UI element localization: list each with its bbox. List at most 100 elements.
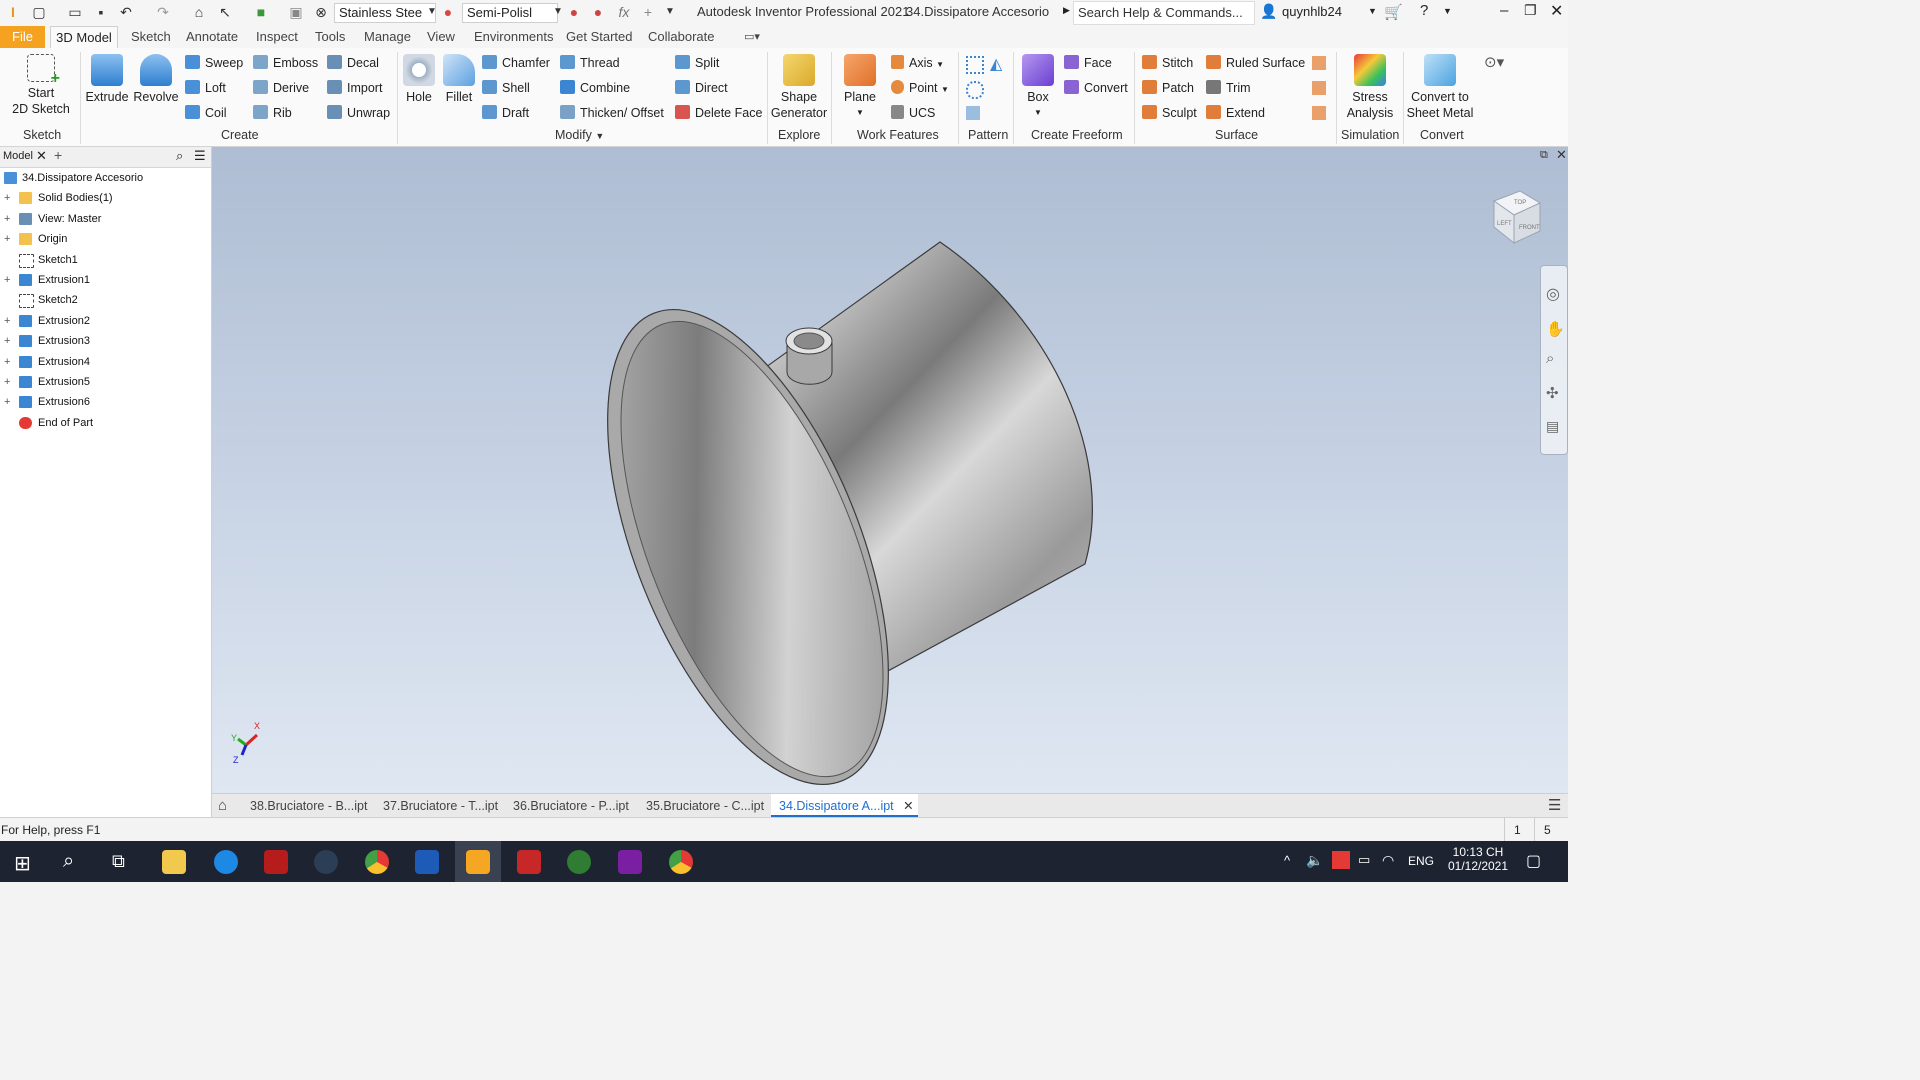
revolve-button[interactable]: Revolve [132, 54, 180, 105]
user-name[interactable]: quynhlb24 [1282, 4, 1342, 19]
close-view-icon[interactable]: ✕ [1556, 147, 1567, 163]
material-icon[interactable]: ⊗ [313, 4, 329, 20]
tab-sketch[interactable]: Sketch [131, 26, 171, 48]
heat-sink-cylinder[interactable] [550, 241, 1093, 793]
mirror-icon[interactable]: ◭ [990, 54, 1002, 74]
tree-item[interactable]: + Extrusion1 [0, 270, 211, 290]
tab-tools[interactable]: Tools [315, 26, 345, 48]
extrude-button[interactable]: Extrude [84, 54, 130, 105]
view-cube[interactable]: TOP LEFT FRONT [1486, 187, 1546, 247]
tab-view[interactable]: View [427, 26, 455, 48]
circular-pattern-icon[interactable] [966, 81, 984, 99]
notifications-icon[interactable]: ▢ [1526, 851, 1541, 871]
shape-generator-button[interactable]: Shape Generator [770, 54, 828, 121]
search-input[interactable]: Search Help & Commands... [1073, 1, 1255, 25]
steering-wheel-icon[interactable]: ◎ [1546, 284, 1560, 304]
graphics-viewport[interactable]: TOP LEFT FRONT ⧉ ✕ ◎ ✋ ⌕ ✣ ▤ X Y Z [212, 147, 1568, 793]
volume-icon[interactable]: 🔈 [1306, 852, 1323, 869]
zalo-icon[interactable] [214, 850, 238, 874]
doc-tab-active[interactable]: 34.Dissipatore A...ipt ✕ [771, 794, 918, 818]
steam-icon[interactable] [314, 850, 338, 874]
appearance-dropdown[interactable]: Semi-Polisl [462, 3, 558, 23]
import-button[interactable]: Import [327, 80, 382, 95]
tab-inspect[interactable]: Inspect [256, 26, 298, 48]
function-icon[interactable]: fx [616, 4, 632, 20]
update-icon[interactable]: ■ [253, 4, 269, 20]
inventor-logo-icon[interactable]: I [5, 4, 21, 20]
tree-item[interactable]: + Extrusion4 [0, 352, 211, 372]
material-dropdown[interactable]: Stainless Stee [334, 3, 436, 23]
home-icon[interactable]: ⌂ [191, 4, 207, 20]
sweep-button[interactable]: Sweep [185, 55, 243, 70]
orbit-icon[interactable]: ✣ [1546, 384, 1559, 402]
sketch-pattern-icon[interactable] [966, 106, 980, 120]
doc-tab[interactable]: 35.Bruciatore - C...ipt [646, 794, 764, 818]
close-icon[interactable]: ✕ [36, 148, 47, 164]
delete-face-button[interactable]: Delete Face [675, 105, 762, 120]
zoom-icon[interactable]: ⌕ [1546, 350, 1554, 367]
fit-mesh-face-icon[interactable] [1312, 106, 1326, 120]
derive-button[interactable]: Derive [253, 80, 309, 95]
shell-button[interactable]: Shell [482, 80, 530, 95]
task-view-icon[interactable]: ⧉ [112, 851, 125, 872]
rib-button[interactable]: Rib [253, 105, 292, 120]
save-icon[interactable]: ▪ [93, 4, 109, 20]
chevron-down-icon[interactable]: ▼ [1368, 6, 1377, 16]
tree-item[interactable]: + Extrusion2 [0, 311, 211, 331]
new-file-icon[interactable]: ▢ [31, 4, 47, 20]
tab-environments[interactable]: Environments [474, 26, 553, 48]
rectangular-pattern-icon[interactable] [966, 56, 984, 74]
tree-item[interactable]: + Origin [0, 229, 211, 249]
browser-tab-model[interactable]: Model [3, 150, 33, 162]
redo-icon[interactable]: ↷ [155, 4, 171, 20]
stress-analysis-button[interactable]: Stress Analysis [1340, 54, 1400, 121]
chrome-profile-icon[interactable] [669, 850, 693, 874]
pdf-icon[interactable] [618, 850, 642, 874]
add-icon[interactable]: + [640, 4, 656, 20]
extend-button[interactable]: Extend [1206, 105, 1265, 120]
close-icon[interactable]: ✕ [903, 799, 913, 813]
tree-item[interactable]: + Solid Bodies(1) [0, 188, 211, 208]
cart-icon[interactable]: 🛒 [1384, 3, 1403, 21]
tube-boss[interactable] [785, 327, 833, 385]
options-icon[interactable]: ⊙▾ [1484, 53, 1504, 71]
chevron-up-icon[interactable]: ^ [1284, 853, 1290, 868]
tree-item[interactable]: + Extrusion6 [0, 392, 211, 412]
help-icon[interactable]: ? [1420, 2, 1428, 19]
menu-icon[interactable]: ☰ [194, 148, 206, 164]
sculpt-button[interactable]: Sculpt [1142, 105, 1197, 120]
expand-icon[interactable]: + [4, 352, 14, 372]
patch-button[interactable]: Patch [1142, 80, 1194, 95]
clear-appearance-icon[interactable]: ● [590, 4, 606, 20]
direct-button[interactable]: Direct [675, 80, 728, 95]
tree-item[interactable]: + View: Master [0, 209, 211, 229]
thread-button[interactable]: Thread [560, 55, 620, 70]
chevron-down-icon[interactable]: ▼ [550, 4, 566, 20]
customize-icon[interactable]: ▼ [662, 4, 678, 20]
stitch-button[interactable]: Stitch [1142, 55, 1193, 70]
convert-button[interactable]: Convert [1064, 80, 1128, 95]
wifi-icon[interactable]: ◠ [1382, 852, 1394, 869]
box-button[interactable]: Box ▼ [1018, 54, 1058, 121]
repair-bodies-icon[interactable] [1312, 81, 1326, 95]
open-folder-icon[interactable]: ▭ [67, 4, 83, 20]
game-icon[interactable] [264, 850, 288, 874]
home-icon[interactable]: ⌂ [218, 794, 227, 818]
tree-item[interactable]: Sketch2 [0, 290, 211, 310]
appearance-icon[interactable]: ● [440, 4, 456, 20]
ribbon-display-icon[interactable]: ▭▾ [744, 26, 760, 48]
maximize-view-icon[interactable]: ⧉ [1540, 149, 1548, 162]
tree-item[interactable]: Sketch1 [0, 250, 211, 270]
close-icon[interactable]: ✕ [1550, 1, 1563, 21]
face-button[interactable]: Face [1064, 55, 1112, 70]
windows-start-icon[interactable]: ⊞ [14, 851, 31, 876]
expand-icon[interactable]: + [4, 270, 14, 290]
plane-button[interactable]: Plane ▼ [838, 54, 882, 121]
doc-tab[interactable]: 36.Bruciatore - P...ipt [513, 794, 629, 818]
battery-icon[interactable]: ▭ [1358, 852, 1370, 868]
expand-icon[interactable]: + [4, 372, 14, 392]
chevron-down-icon[interactable]: ▼ [424, 4, 440, 20]
coil-button[interactable]: Coil [185, 105, 227, 120]
pan-icon[interactable]: ✋ [1546, 320, 1565, 338]
replace-face-icon[interactable] [1312, 56, 1326, 70]
